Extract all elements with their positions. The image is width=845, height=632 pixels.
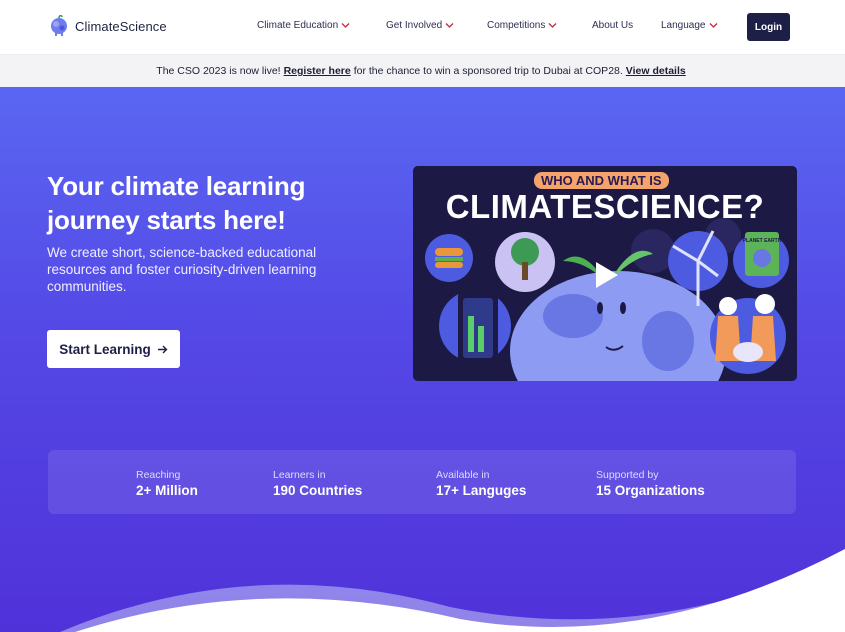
announcement-banner: The CSO 2023 is now live! Register here … [0,55,845,87]
stats-bar: Reaching 2+ Million Learners in 190 Coun… [48,450,796,514]
nav-get-involved[interactable]: Get Involved [386,20,454,31]
chevron-down-icon [548,23,557,28]
play-icon[interactable] [591,260,621,290]
stat-reach: Reaching 2+ Million [136,469,198,498]
nav-language[interactable]: Language [661,20,718,31]
nav-about-us[interactable]: About Us [592,20,633,31]
nav-climate-education[interactable]: Climate Education [257,20,350,31]
video-tag: WHO AND WHAT IS [534,172,669,189]
stat-countries-label: Learners in [273,469,326,481]
climatescience-logo-icon [51,15,67,36]
hero-bottom-wave [0,549,845,632]
stat-languages-value: 17+ Languges [436,483,527,498]
stat-reach-value: 2+ Million [136,483,198,498]
stat-countries: Learners in 190 Countries [273,469,362,498]
arrow-right-icon [157,345,168,353]
top-navbar: ClimateScience Climate Education Get Inv… [0,0,845,55]
stat-organizations-label: Supported by [596,469,659,481]
stat-languages: Available in 17+ Languges [436,469,526,498]
nav-competitions-label: Competitions [487,20,546,31]
nav-competitions[interactable]: Competitions [487,20,557,31]
stat-reach-label: Reaching [136,469,181,481]
start-learning-button[interactable]: Start Learning [47,330,180,368]
chevron-down-icon [341,23,350,28]
hero-title: Your climate learning journey starts her… [47,171,306,235]
stat-organizations: Supported by 15 Organizations [596,469,705,498]
nav-about-us-label: About Us [592,20,634,31]
nav-language-label: Language [661,20,706,31]
stat-countries-value: 190 Countries [273,483,363,498]
video-headline: CLIMATESCIENCE? [445,188,765,225]
banner-text-intro: The CSO 2023 is now live! [156,65,281,77]
stat-languages-label: Available in [436,469,490,481]
start-learning-label: Start Learning [59,341,151,357]
brand-name: ClimateScience [75,18,167,34]
nav-climate-education-label: Climate Education [257,20,339,31]
view-details-link[interactable]: View details [626,65,686,77]
login-button[interactable]: Login [747,13,790,41]
stat-organizations-value: 15 Organizations [596,483,705,498]
chevron-down-icon [445,23,454,28]
brand-logo[interactable]: ClimateScience [49,15,167,37]
chevron-down-icon [709,23,717,28]
intro-video-thumbnail[interactable]: PLANET EARTH WHO AND WHAT IS CLIMATESCIE… [413,166,797,381]
register-here-link[interactable]: Register here [284,65,351,77]
nav-get-involved-label: Get Involved [386,20,443,31]
banner-text-middle: for the chance to win a sponsored trip t… [353,65,623,77]
book-cover-text: PLANET EARTH [743,238,782,244]
hero-subtitle: We create short, science-backed educatio… [47,245,317,294]
